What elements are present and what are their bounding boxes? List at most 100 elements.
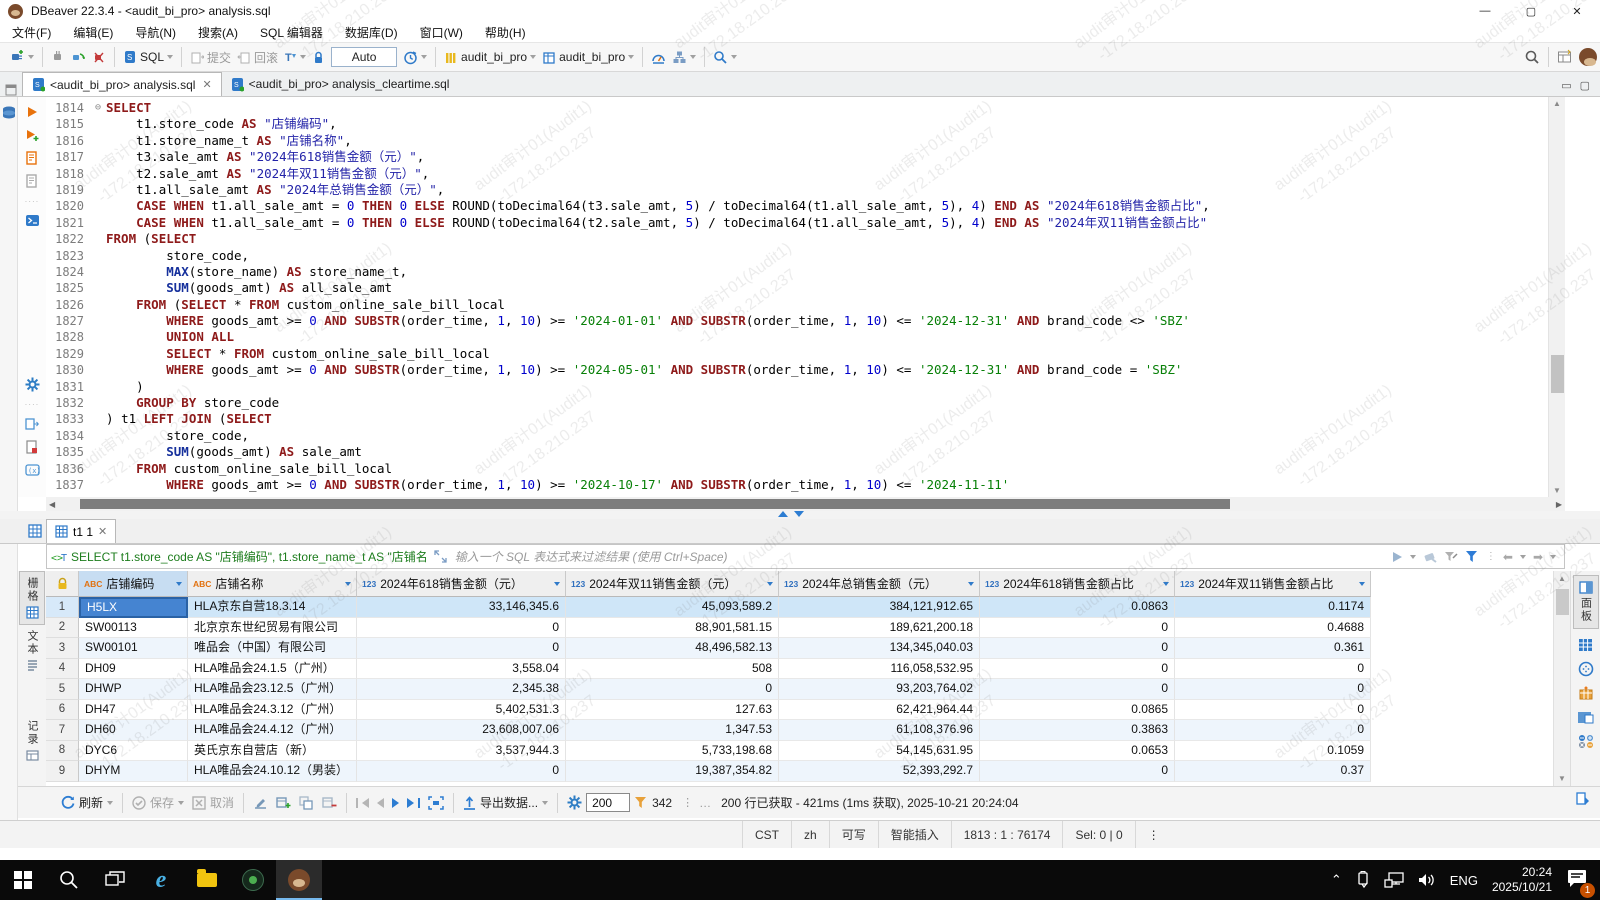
chevron-down-icon[interactable] [300,55,306,59]
presentation-grid-tab[interactable]: 栅格 [19,571,45,625]
grid-cell[interactable]: H5LX [79,597,188,618]
pinned-app-button[interactable] [230,860,276,900]
splitter-down-icon[interactable] [794,511,804,517]
sql-editor[interactable]: 1814⊖SELECT1815 t1.store_code AS "店铺编码",… [46,97,1548,497]
grid-cell[interactable]: SW00113 [79,618,188,639]
reconnect-button[interactable] [68,44,89,70]
grid-cell[interactable]: 0 [980,659,1175,680]
grid-cell[interactable]: 3,537,944.3 [357,741,566,762]
panel-mini-buttons-icon[interactable] [1577,734,1595,748]
scroll-up-icon[interactable]: ▲ [1558,574,1566,583]
tx-lock-button[interactable] [309,44,328,70]
row-header[interactable]: 8 [46,741,79,762]
scroll-left-icon[interactable]: ◀ [49,500,55,509]
apply-filter-icon[interactable] [1392,551,1403,563]
grid-cell[interactable]: 54,145,631.95 [779,741,980,762]
grid-cell[interactable]: 0.0653 [980,741,1175,762]
grid-cell[interactable]: 134,345,040.03 [779,638,980,659]
history-forward-icon[interactable]: ➡ [1533,550,1543,564]
cancel-button[interactable]: 取消 [188,794,238,811]
grid-cell[interactable]: 19,387,354.82 [566,761,779,782]
expand-filter-icon[interactable] [434,550,447,563]
chevron-down-icon[interactable] [542,801,548,805]
chevron-down-icon[interactable] [1410,555,1416,559]
filter-funnel-icon[interactable] [1465,550,1479,563]
volume-icon[interactable] [1418,872,1436,888]
grid-cell[interactable]: HLA唯品会24.1.5（广州） [188,659,357,680]
usb-device-icon[interactable] [1356,871,1370,889]
row-header[interactable]: 3 [46,638,79,659]
row-header[interactable]: 1 [46,597,79,618]
previous-page-button[interactable] [373,798,388,808]
grid-cell[interactable]: 0 [1175,700,1371,721]
rollback-button[interactable]: 回滚 [234,44,281,70]
grid-cell[interactable]: 62,421,964.44 [779,700,980,721]
tab-analysis-sql[interactable]: S <audit_bi_pro> analysis.sql ✕ [22,72,222,96]
grid-cell[interactable]: HLA京东自营18.3.14 [188,597,357,618]
grid-cell[interactable]: 5,402,531.3 [357,700,566,721]
grid-cell[interactable]: 0.0865 [980,700,1175,721]
grid-vertical-scrollbar[interactable]: ▲ ▼ [1553,571,1570,786]
grid-cell[interactable]: 88,901,581.15 [566,618,779,639]
grid-cell[interactable]: 45,093,589.2 [566,597,779,618]
connect-button[interactable] [48,44,68,70]
sql-terminal-button[interactable] [23,212,41,230]
column-menu-icon[interactable] [345,582,351,586]
presentation-text-tab[interactable]: 文本 [24,625,40,677]
scroll-down-icon[interactable]: ▼ [1558,774,1566,783]
new-connection-button[interactable] [6,44,37,70]
grid-cell[interactable]: 0 [1175,679,1371,700]
calc-panel-icon[interactable] [1578,638,1593,652]
history-back-icon[interactable]: ⬅ [1503,550,1513,564]
grid-cell[interactable]: 0 [357,761,566,782]
schema-selector[interactable]: audit_bi_pro [539,44,637,70]
grid-cell[interactable]: 127.63 [566,700,779,721]
start-button[interactable] [0,860,46,900]
result-grid[interactable]: ABC店铺编码ABC店铺名称1232024年618销售金额（元）1232024年… [46,571,1553,786]
tray-expand-icon[interactable]: ⌃ [1331,872,1342,888]
column-menu-icon[interactable] [554,582,560,586]
column-header[interactable]: 1232024年618销售金额（元） [357,571,566,597]
chevron-down-icon[interactable] [731,55,737,59]
execute-script-nativetab-button[interactable] [23,172,41,190]
grid-cell[interactable]: HLA唯品会23.12.5（广州） [188,679,357,700]
grid-cell[interactable]: 0.37 [1175,761,1371,782]
column-menu-icon[interactable] [1163,582,1169,586]
fetch-size-input[interactable]: 200 [586,793,630,812]
grid-cell[interactable]: 116,058,532.95 [779,659,980,680]
last-page-button[interactable] [403,798,424,808]
grid-cell[interactable]: 0.1174 [1175,597,1371,618]
menu-item[interactable]: 编辑(E) [73,24,113,41]
grid-cell[interactable]: 0.0863 [980,597,1175,618]
results-tab-t1[interactable]: t1 1 ✕ [46,519,116,543]
grid-cell[interactable]: DHYM [79,761,188,782]
editor-horizontal-scrollbar[interactable]: ◀ ▶ [46,497,1565,511]
commit-button[interactable]: 提交 [187,44,234,70]
profile-button[interactable] [1576,44,1600,70]
transaction-log-button[interactable]: T [281,44,309,70]
maximize-editor-icon[interactable]: ▢ [1580,79,1590,92]
fetch-all-button[interactable] [424,796,448,810]
grid-cell[interactable]: 5,733,198.68 [566,741,779,762]
row-header[interactable]: 2 [46,618,79,639]
editor-settings-gear-button[interactable] [23,375,41,393]
grid-cell[interactable]: 3,558.04 [357,659,566,680]
close-icon[interactable]: ✕ [98,525,107,538]
scroll-up-icon[interactable]: ▲ [1553,99,1561,108]
scrollbar-thumb[interactable] [1556,589,1569,615]
task-view-button[interactable] [92,860,138,900]
clear-filter-icon[interactable] [1423,550,1437,563]
menu-item[interactable]: 搜索(A) [198,24,238,41]
grid-cell[interactable]: DHWP [79,679,188,700]
column-menu-icon[interactable] [176,582,182,586]
execute-new-tab-button[interactable] [23,126,41,144]
column-header[interactable]: 1232024年双11销售金额（元） [566,571,779,597]
menu-item[interactable]: 数据库(D) [345,24,398,41]
save-file-indicator-button[interactable] [23,438,41,456]
layout-panel-icon[interactable] [1577,710,1594,725]
search-tool-button[interactable] [710,44,740,70]
grid-cell[interactable]: 0.3863 [980,720,1175,741]
grid-cell[interactable]: SW00101 [79,638,188,659]
save-button[interactable]: 保存 [128,794,188,811]
export-data-button[interactable]: 导出数据... [459,794,552,811]
